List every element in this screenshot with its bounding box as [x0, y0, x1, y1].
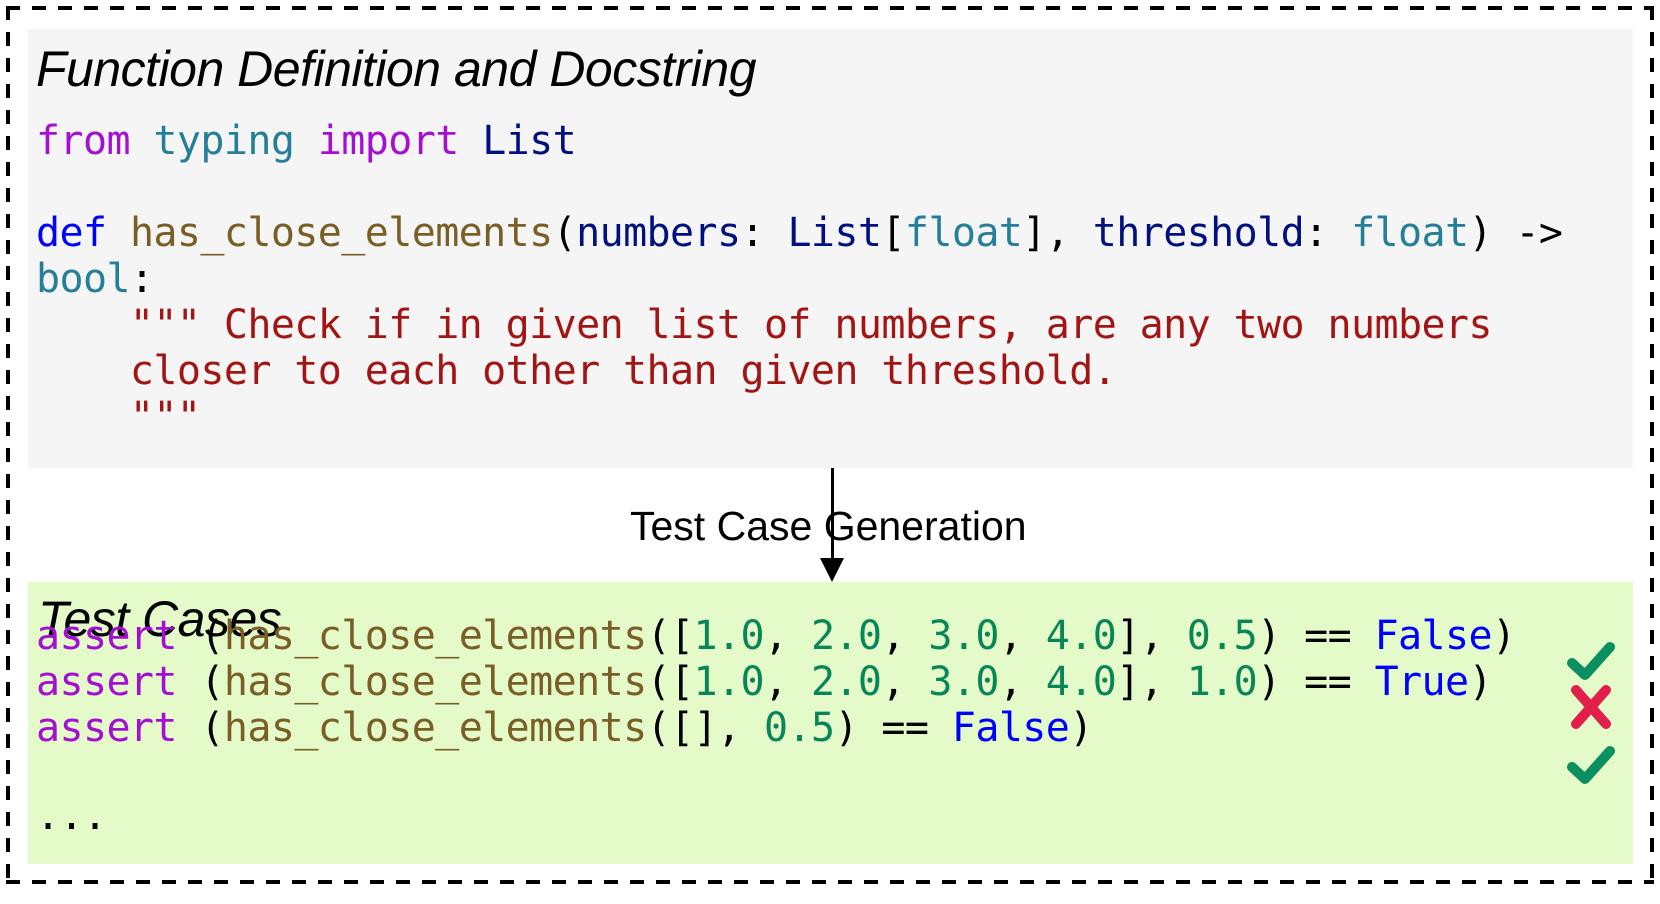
code-token-function: has_close_elements — [223, 659, 647, 705]
code-token-punct — [130, 118, 153, 164]
code-token-punct: , — [763, 613, 811, 659]
test-case-line: assert (has_close_elements([], 0.5) == F… — [36, 705, 1093, 751]
code-token-number: 2.0 — [810, 613, 882, 659]
code-token-punct: ) — [1069, 705, 1093, 751]
test-case-line: assert (has_close_elements([1.0, 2.0, 3.… — [36, 613, 1516, 659]
code-token-param: numbers — [576, 210, 741, 256]
code-line: bool: — [36, 256, 154, 302]
code-token-constant: False — [1374, 613, 1493, 659]
code-token-punct: ], — [1022, 210, 1093, 256]
code-token-punct: , — [998, 613, 1046, 659]
code-token-punct: , — [881, 659, 929, 705]
code-token-string: """ — [36, 394, 201, 440]
code-token-param: threshold — [1092, 210, 1305, 256]
code-token-number: 4.0 — [1045, 613, 1117, 659]
code-token-punct: ) == — [1257, 613, 1375, 659]
code-line: def has_close_elements(numbers: List[flo… — [36, 210, 1563, 256]
code-token-string: """ Check if in given list of numbers, a… — [36, 302, 1493, 348]
code-token-punct: ) == — [1257, 659, 1375, 705]
code-token-punct: ( — [552, 210, 577, 256]
code-token-punct: ( — [176, 659, 224, 705]
arrow-down-icon — [820, 558, 844, 582]
code-line: from typing import List — [36, 118, 577, 164]
code-token-number: 4.0 — [1045, 659, 1117, 705]
arrow-label: Test Case Generation — [630, 503, 1027, 549]
test-case-line: assert (has_close_elements([1.0, 2.0, 3.… — [36, 659, 1493, 705]
code-token-punct: ( — [176, 613, 224, 659]
cross-icon — [1566, 685, 1616, 729]
check-icon — [1566, 743, 1616, 787]
code-token-def: def — [36, 210, 107, 256]
code-token-class: List — [787, 210, 882, 256]
code-token-keyword: import — [317, 118, 460, 164]
code-token-punct: , — [763, 659, 811, 705]
code-token-constant: False — [951, 705, 1070, 751]
code-token-number: 3.0 — [928, 659, 999, 705]
code-token-module: float — [904, 210, 1023, 256]
code-line: closer to each other than given threshol… — [36, 348, 1117, 394]
check-icon — [1566, 639, 1616, 683]
code-token-punct: : — [1304, 210, 1352, 256]
code-token-punct — [106, 210, 129, 256]
code-token-number: 2.0 — [810, 659, 882, 705]
code-token-module: typing — [153, 118, 295, 164]
code-token-module: bool — [36, 256, 131, 302]
code-token-function: has_close_elements — [223, 705, 647, 751]
code-token-number: 1.0 — [693, 659, 765, 705]
code-token-punct: : — [740, 210, 788, 256]
ellipsis: ... — [36, 793, 107, 839]
code-token-punct: ) — [1468, 659, 1493, 705]
code-token-punct: ([ — [646, 659, 695, 705]
code-token-number: 1.0 — [1186, 659, 1258, 705]
code-token-number: 3.0 — [928, 613, 999, 659]
code-token-keyword: assert — [36, 659, 178, 705]
code-token-keyword: assert — [36, 705, 178, 751]
code-token-number: 0.5 — [1186, 613, 1258, 659]
code-token-punct: ], — [1116, 659, 1187, 705]
code-token-punct: , — [881, 613, 929, 659]
code-token-punct: ], — [1116, 613, 1187, 659]
code-token-string: closer to each other than given threshol… — [36, 348, 1117, 394]
code-token-punct: ( — [176, 705, 224, 751]
code-token-number: 1.0 — [693, 613, 765, 659]
code-token-punct: , — [998, 659, 1046, 705]
code-token-punct — [294, 118, 317, 164]
code-token-function: has_close_elements — [223, 613, 647, 659]
code-token-keyword: assert — [36, 613, 178, 659]
code-line: """ — [36, 394, 201, 440]
code-token-keyword: from — [36, 118, 131, 164]
code-token-punct: : — [129, 256, 154, 302]
code-token-punct: ) — [1492, 613, 1516, 659]
code-token-punct: ) -> — [1468, 210, 1563, 256]
code-token-punct — [459, 118, 482, 164]
definition-heading: Function Definition and Docstring — [36, 41, 757, 97]
code-token-constant: True — [1374, 659, 1470, 705]
code-token-function: has_close_elements — [129, 210, 553, 256]
code-token-punct: ([ — [646, 613, 695, 659]
code-token-class: List — [482, 118, 577, 164]
code-line: """ Check if in given list of numbers, a… — [36, 302, 1493, 348]
code-token-punct: [ — [881, 210, 905, 256]
code-token-punct: ) == — [834, 705, 952, 751]
code-token-punct: ([], — [646, 705, 764, 751]
code-token-module: float — [1351, 210, 1469, 256]
code-token-number: 0.5 — [763, 705, 835, 751]
